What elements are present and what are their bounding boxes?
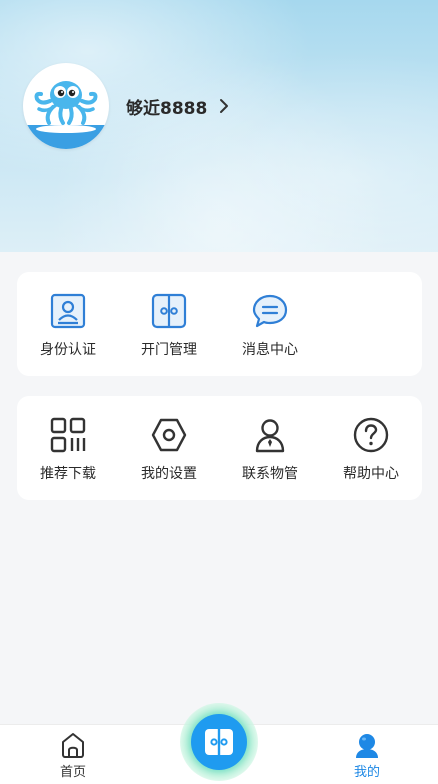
door-open-icon bbox=[205, 729, 233, 755]
open-door-button[interactable] bbox=[180, 703, 258, 781]
username-link[interactable]: 够近8888 bbox=[126, 94, 229, 119]
help-center-label: 帮助中心 bbox=[343, 466, 399, 482]
recommend-download-item[interactable]: 推荐下载 bbox=[18, 396, 118, 500]
chat-bubble-icon bbox=[252, 294, 288, 328]
door-management-label: 开门管理 bbox=[141, 342, 197, 358]
services-card: 身份认证 开门管理 消息中心 bbox=[17, 272, 422, 376]
contact-manager-item[interactable]: 联系物管 bbox=[220, 396, 320, 500]
manager-person-icon bbox=[255, 419, 285, 453]
home-icon bbox=[62, 733, 84, 758]
my-settings-item[interactable]: 我的设置 bbox=[119, 396, 219, 500]
profile-header: 够近8888 bbox=[0, 0, 438, 252]
profile-person-icon bbox=[356, 734, 378, 758]
contact-manager-label: 联系物管 bbox=[242, 466, 298, 482]
tools-card: 推荐下载 我的设置 联系物管 帮助中心 bbox=[17, 396, 422, 500]
identity-verify-label: 身份认证 bbox=[40, 342, 96, 358]
my-settings-label: 我的设置 bbox=[141, 466, 197, 482]
message-center-label: 消息中心 bbox=[242, 342, 298, 358]
tab-home-label: 首页 bbox=[59, 765, 86, 780]
help-center-item[interactable]: 帮助中心 bbox=[321, 396, 421, 500]
open-door-button-inner bbox=[191, 714, 247, 770]
identity-verify-item[interactable]: 身份认证 bbox=[18, 272, 118, 376]
help-circle-icon bbox=[353, 417, 389, 453]
tab-home[interactable]: 首页 bbox=[33, 731, 113, 780]
avatar[interactable] bbox=[23, 63, 109, 149]
username-text: 够近8888 bbox=[126, 98, 208, 119]
recommend-download-label: 推荐下载 bbox=[40, 466, 96, 482]
door-icon bbox=[151, 293, 187, 329]
tab-mine[interactable]: 我的 bbox=[327, 731, 407, 780]
qr-code-icon bbox=[50, 417, 86, 453]
octopus-avatar-icon bbox=[23, 81, 109, 149]
door-management-item[interactable]: 开门管理 bbox=[119, 272, 219, 376]
id-card-icon bbox=[50, 293, 86, 329]
settings-hex-icon bbox=[151, 418, 187, 452]
message-center-item[interactable]: 消息中心 bbox=[220, 272, 320, 376]
chevron-right-icon bbox=[220, 99, 229, 113]
tab-mine-label: 我的 bbox=[353, 765, 380, 780]
